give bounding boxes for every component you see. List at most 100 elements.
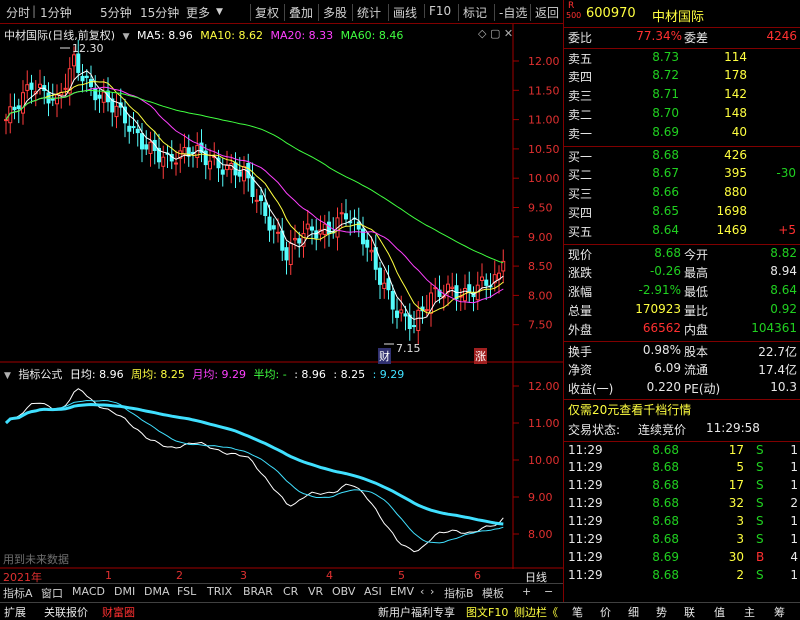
tab-trix[interactable]: TRIX xyxy=(207,585,232,598)
f10-graphic-button[interactable]: 图文F10 xyxy=(466,604,508,620)
tab-template[interactable]: 模板 xyxy=(482,585,504,601)
tick-time: 11:29 xyxy=(568,478,603,492)
legend-dropdown-icon[interactable]: ▼ xyxy=(123,32,130,42)
tab-asi[interactable]: ASI xyxy=(364,585,382,598)
tick-row: 11:29 8.68 3 S 1 xyxy=(564,531,800,549)
bid-row: 买四 8.65 1698 xyxy=(564,203,800,221)
candle-body xyxy=(369,249,374,253)
candle-body xyxy=(467,284,472,293)
tick-side: S xyxy=(756,478,764,492)
tab-dma[interactable]: DMA xyxy=(144,585,170,598)
promo-link[interactable]: 仅需20元查看千档行情 xyxy=(564,399,800,417)
share-value: 0.220 xyxy=(646,380,681,394)
panel-tab-value[interactable]: 值 xyxy=(714,604,725,620)
panel-tab-chips[interactable]: 筹 xyxy=(774,604,785,620)
expand-button[interactable]: 扩展 xyxy=(4,604,26,620)
wealth-circle-button[interactable]: 财富圈 xyxy=(102,604,135,620)
candle-body xyxy=(314,230,319,239)
tab-1min[interactable]: 1分钟 xyxy=(40,4,72,21)
tab-timeshare[interactable]: 分时 xyxy=(6,4,30,21)
stock-name: 中材国际 xyxy=(652,10,705,25)
candle-body xyxy=(305,223,310,230)
bid-volume: 1698 xyxy=(716,204,747,218)
restore-rights-button[interactable]: 复权 xyxy=(250,4,279,21)
stat-value: 8.64 xyxy=(770,283,797,297)
draw-line-button[interactable]: 画线 xyxy=(388,4,417,21)
y-tick-label: 10.50 xyxy=(528,143,560,156)
candle-body xyxy=(140,133,144,150)
panel-tab-detail[interactable]: 细 xyxy=(628,604,639,620)
tab-brar[interactable]: BRAR xyxy=(243,585,273,598)
ask-volume: 114 xyxy=(724,50,747,64)
tab-vr[interactable]: VR xyxy=(308,585,323,598)
tab-emv[interactable]: EMV xyxy=(390,585,414,598)
limit-up-badge[interactable]: 涨 xyxy=(474,348,487,364)
chart-nav-icons[interactable]: ◇ ▢ ✕ xyxy=(478,27,513,40)
indicator-legend: ▼ 指标公式 日均: 8.96 周均: 8.25 月均: 9.29 半均: - … xyxy=(4,368,405,381)
stat-label: 今开 xyxy=(684,248,709,262)
candle-body xyxy=(225,164,229,171)
related-quotes-button[interactable]: 关联报价 xyxy=(44,604,88,620)
tab-indicator-b[interactable]: 指标B xyxy=(444,585,474,601)
tick-price: 8.68 xyxy=(652,532,679,546)
candle-body xyxy=(339,212,344,215)
tick-volume: 32 xyxy=(728,496,744,510)
stat-value: 8.94 xyxy=(770,264,797,278)
candle-body xyxy=(284,247,289,261)
tab-5min[interactable]: 5分钟 xyxy=(100,4,132,21)
back-button[interactable]: 返回 xyxy=(530,4,559,21)
day-avg-line xyxy=(5,388,504,553)
panel-tab-trades[interactable]: 笔 xyxy=(572,604,583,620)
bid-price: 8.67 xyxy=(652,166,679,180)
zoom-out-button[interactable]: − xyxy=(544,585,553,598)
ask-row: 卖三 8.71 142 xyxy=(564,86,800,104)
tab-scroll-right[interactable]: › xyxy=(430,585,434,598)
ask-volume: 178 xyxy=(724,68,747,82)
panel-tab-main[interactable]: 主 xyxy=(744,604,755,620)
financial-badge[interactable]: 财 xyxy=(378,348,391,364)
candle-body xyxy=(480,276,484,281)
tab-cr[interactable]: CR xyxy=(283,585,298,598)
ask-volume: 142 xyxy=(724,87,747,101)
candle-body xyxy=(220,169,225,175)
tab-more[interactable]: 更多 xyxy=(186,4,210,21)
panel-tab-trend[interactable]: 势 xyxy=(656,604,667,620)
panel-tab-related[interactable]: 联 xyxy=(684,604,695,620)
tab-dmi[interactable]: DMI xyxy=(114,585,135,598)
tab-macd[interactable]: MACD xyxy=(72,585,105,598)
ask-label: 卖一 xyxy=(568,127,593,141)
tab-15min[interactable]: 15分钟 xyxy=(140,4,179,21)
zoom-in-button[interactable]: + xyxy=(522,585,531,598)
tab-indicator-a[interactable]: 指标A xyxy=(3,585,33,601)
tab-window[interactable]: 窗口 xyxy=(41,585,63,601)
tab-obv[interactable]: OBV xyxy=(332,585,355,598)
f10-button[interactable]: F10 xyxy=(424,4,451,18)
multi-stock-button[interactable]: 多股 xyxy=(318,4,347,21)
overlay-button[interactable]: 叠加 xyxy=(284,4,313,21)
candle-body xyxy=(424,309,429,312)
date-axis: 2021年 1 2 3 4 5 6 日线 xyxy=(3,569,547,584)
statistics-button[interactable]: 统计 xyxy=(352,4,381,21)
mark-button[interactable]: 标记 xyxy=(458,4,487,21)
kline-chart[interactable]: 12.00 11.50 11.00 10.50 10.00 9.50 9.00 8.50 8.0… xyxy=(0,24,563,569)
bid-change: -30 xyxy=(776,166,796,180)
ask-label: 卖二 xyxy=(568,108,593,122)
tick-time: 11:29 xyxy=(568,514,603,528)
candle-body xyxy=(237,171,242,177)
bid-row: 买二 8.67 395 -30 xyxy=(564,165,800,183)
ask-row: 卖二 8.70 148 xyxy=(564,105,800,123)
panel-tab-price[interactable]: 价 xyxy=(600,604,611,620)
indicator-dropdown-icon[interactable]: ▼ xyxy=(4,371,11,381)
tab-fsl[interactable]: FSL xyxy=(177,585,196,598)
add-watchlist-button[interactable]: -自选 xyxy=(494,4,527,21)
ma5-label: MA5: 8.96 xyxy=(137,29,193,42)
tab-scroll-left[interactable]: ‹ xyxy=(420,585,424,598)
sidebar-toggle-button[interactable]: 侧边栏《 xyxy=(514,604,558,620)
new-user-benefit-link[interactable]: 新用户福利专享 xyxy=(378,604,455,620)
candle-body xyxy=(174,162,178,165)
tick-price: 8.68 xyxy=(652,443,679,457)
tick-count: 1 xyxy=(790,514,798,528)
candle-body xyxy=(382,282,387,289)
stat-row: 外盘 66562 内盘 104361 xyxy=(564,320,800,338)
chevron-down-icon[interactable]: ▼ xyxy=(216,7,223,17)
